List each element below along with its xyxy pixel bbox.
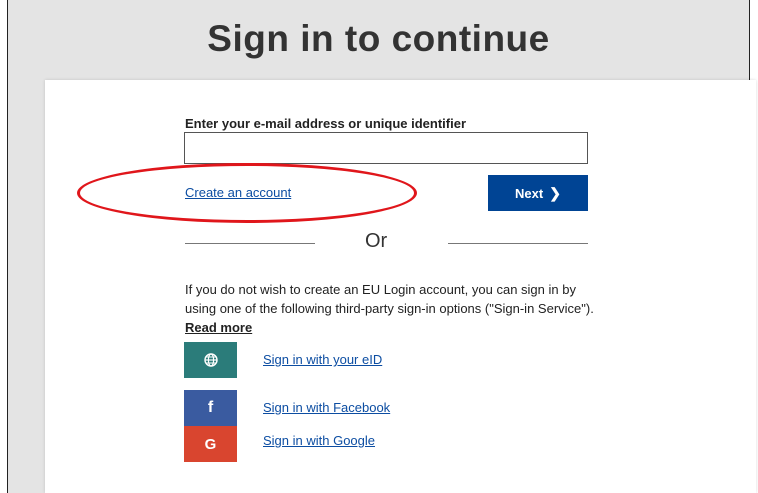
create-account-link[interactable]: Create an account	[185, 185, 291, 200]
next-button[interactable]: Next ❯	[488, 175, 588, 211]
info-text: If you do not wish to create an EU Login…	[185, 282, 594, 316]
page-title: Sign in to continue	[207, 18, 550, 59]
eid-signin-link[interactable]: Sign in with your eID	[263, 352, 382, 367]
facebook-icon[interactable]: f	[184, 390, 237, 426]
google-icon[interactable]: G	[184, 426, 237, 462]
globe-icon-svg	[203, 353, 218, 367]
third-party-info: If you do not wish to create an EU Login…	[185, 280, 595, 337]
divider-right	[448, 243, 588, 244]
globe-icon[interactable]	[184, 342, 237, 378]
read-more-link[interactable]: Read more	[185, 320, 252, 335]
email-label: Enter your e-mail address or unique iden…	[185, 116, 467, 131]
next-button-label: Next	[515, 185, 544, 201]
or-separator: Or	[365, 230, 388, 252]
facebook-signin-link[interactable]: Sign in with Facebook	[263, 400, 390, 415]
chevron-right-icon: ❯	[549, 184, 561, 201]
email-input[interactable]	[184, 132, 588, 164]
google-signin-link[interactable]: Sign in with Google	[263, 433, 375, 448]
divider-left	[185, 243, 315, 244]
